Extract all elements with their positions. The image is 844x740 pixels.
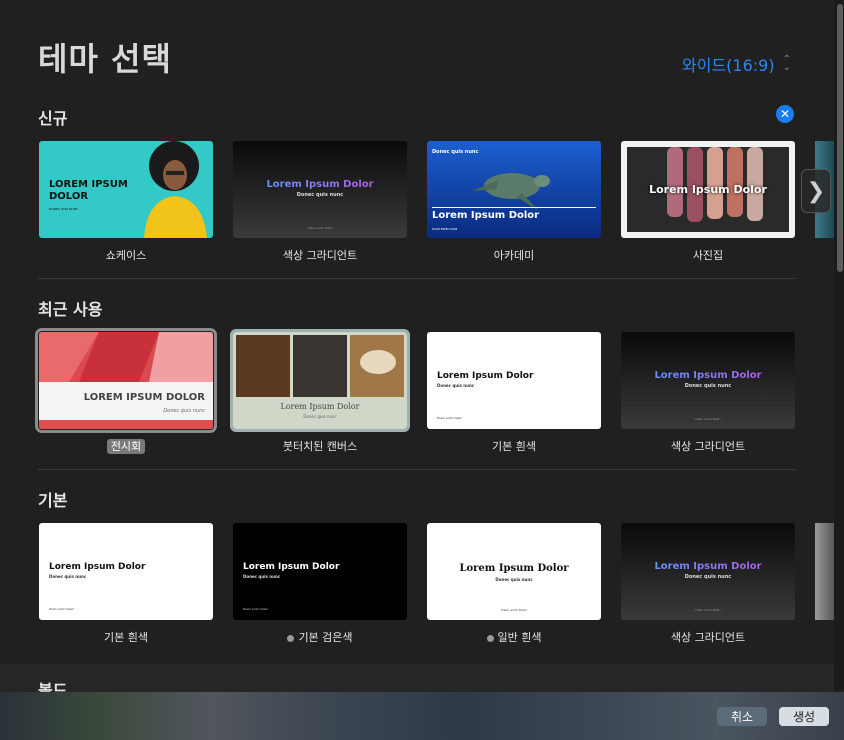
theme-label-with-dot: 기본 검은색 [233,629,407,645]
up-down-chevron-icon: ⌃ ⌄ [782,54,791,73]
thumb-subtitle: Donec quis nunc [684,574,732,580]
theme-thumb-color-gradient[interactable]: Lorem Ipsum Dolor Donec quis nunc Diam e… [621,523,795,620]
section-title-new: 신규 [38,109,68,128]
thumb-title: Lorem Ipsum Dolor [621,370,795,381]
cancel-button[interactable]: 취소 [717,707,767,726]
theme-label: 색상 그라디언트 [282,249,358,262]
thumb-footer: Diam enim Diam [49,607,75,611]
thumb-footer: Diam enim Diam [695,417,721,421]
chevron-right-icon[interactable]: ❯ [801,169,831,213]
theme-thumb-showcase[interactable]: LOREM IPSUM DOLOR DONEC QUIS NUNC [39,141,213,238]
thumb-title: Lorem Ipsum Dolor [437,371,534,381]
thumb-title: Lorem Ipsum Dolor [280,402,360,411]
thumb-subtitle: Donec quis nunc [437,383,475,388]
download-dot-icon [287,634,295,642]
thumb-footer: DIAM ENIM DIAM [432,227,458,231]
thumb-subtitle: Donec quis nunc [684,383,732,389]
theme-thumb-photo-book[interactable]: Lorem Ipsum Dolor [621,141,795,238]
theme-label: 기본 검은색 [298,631,353,644]
thumb-title: Lorem Ipsum Dolor [49,562,146,572]
theme-thumb-exhibition[interactable]: LOREM IPSUM DOLOR Donec quis nunc [35,328,217,433]
section-title-basic: 기본 [38,491,68,510]
thumb-subtitle: Donec quis nunc [296,192,344,198]
thumb-footer: Diam enim Diam [307,226,333,230]
close-icon[interactable]: ✕ [776,105,794,123]
section-band [0,664,834,694]
thumb-title: Lorem Ipsum Dolor [432,210,540,221]
theme-label: 아카데미 [493,249,535,262]
aspect-ratio-popup[interactable]: 와이드(16:9) ⌃ ⌄ [682,52,791,76]
page-title: 테마 선택 [38,40,172,78]
theme-label: 붓터치된 캔버스 [282,440,358,453]
theme-label: 사진집 [692,249,724,262]
theme-label: 일반 흰색 [497,631,542,644]
thumb-subtitle: Donec quis nunc [49,574,87,579]
theme-label: 쇼케이스 [105,249,147,262]
section-divider [38,278,795,279]
thumb-title: Lorem Ipsum Dolor [233,179,407,190]
theme-label: 전시회 [106,439,146,454]
thumb-top-text: Donec quis nunc [432,149,479,155]
thumb-subtitle: DONEC QUIS NUNC [49,207,78,211]
theme-label: 색상 그라디언트 [670,440,746,453]
thumb-rule [432,207,596,208]
theme-thumb-academy[interactable]: Donec quis nunc Lorem Ipsum Dolor DIAM E… [427,141,601,238]
theme-chooser-window: 테마 선택 와이드(16:9) ⌃ ⌄ 신규 ✕ LOREM IPSUM DOLO… [0,0,844,740]
create-button[interactable]: 생성 [779,707,829,726]
theme-thumb-basic-black[interactable]: Lorem Ipsum Dolor Donec quis nunc Diam e… [233,523,407,620]
theme-thumb-brushed-canvas[interactable]: Lorem Ipsum Dolor Donec quis nunc [230,329,410,432]
section-title-recent: 최근 사용 [38,300,103,319]
thumb-subtitle: Donec quis nunc [163,408,205,414]
thumb-title: Lorem Ipsum Dolor [621,561,795,572]
section-divider [38,469,795,470]
thumb-footer: Diam enim Diam [437,416,463,420]
thumb-subtitle: Donec quis nunc [495,577,533,582]
thumb-title: LOREM IPSUM DOLOR [49,179,128,202]
scrollbar-thumb[interactable] [837,4,843,272]
thumb-title: Lorem Ipsum Dolor [649,183,767,196]
theme-thumb-basic-white[interactable]: Lorem Ipsum Dolor Donec quis nunc Diam e… [427,332,601,429]
theme-thumb-color-gradient[interactable]: Lorem Ipsum Dolor Donec quis nunc Diam e… [621,332,795,429]
theme-label-selected: 전시회 [39,438,213,454]
thumb-subtitle: Donec quis nunc [303,414,337,419]
theme-label: 색상 그라디언트 [670,631,746,644]
theme-label-with-dot: 일반 흰색 [427,629,601,645]
theme-label: 기본 흰색 [104,631,148,644]
theme-thumb-basic-white[interactable]: Lorem Ipsum Dolor Donec quis nunc Diam e… [39,523,213,620]
thumb-footer: Diam enim Diam [501,608,527,612]
thumb-footer: Diam enim Diam [695,608,721,612]
turtle-photo [472,173,550,211]
theme-thumb-color-gradient[interactable]: Lorem Ipsum Dolor Donec quis nunc Diam e… [233,141,407,238]
aspect-ratio-label: 와이드(16:9) [682,56,775,75]
thumb-title: Lorem Ipsum Dolor [459,563,569,574]
thumb-title: LOREM IPSUM DOLOR [83,392,205,403]
thumb-footer: Diam enim Diam [243,607,269,611]
theme-thumb-classic-white[interactable]: Lorem Ipsum Dolor Donec quis nunc Diam e… [427,523,601,620]
theme-thumb-peek[interactable] [815,523,835,620]
thumb-title: Lorem Ipsum Dolor [243,562,340,572]
exhibition-pattern [39,332,213,429]
thumb-subtitle: Donec quis nunc [243,574,281,579]
download-dot-icon [486,634,494,642]
theme-label: 기본 흰색 [492,440,536,453]
